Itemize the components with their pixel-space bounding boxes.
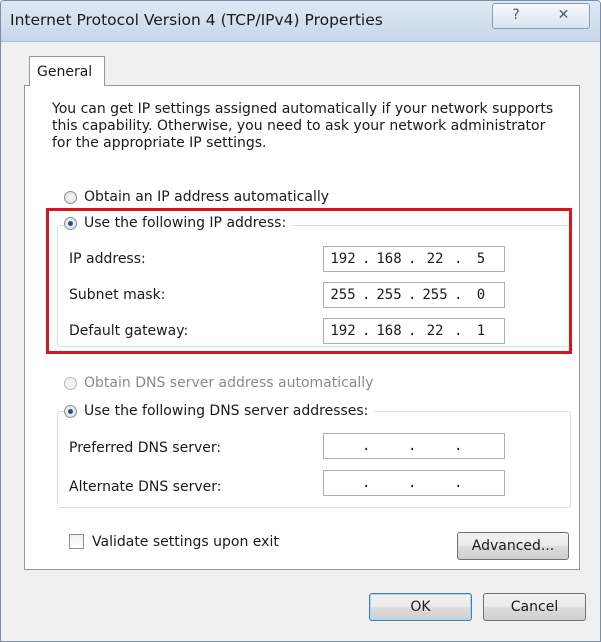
obtain-dns-auto-radio[interactable]: [64, 376, 77, 390]
obtain-dns-auto-label: Obtain DNS server address automatically: [84, 375, 374, 391]
obtain-ip-auto-label: Obtain an IP address automatically: [84, 189, 330, 205]
preferred-dns-input[interactable]: ...: [323, 433, 505, 459]
ip-dot: .: [454, 438, 463, 454]
ip-octet: 255: [330, 287, 356, 303]
ip-dot: .: [362, 475, 371, 491]
cancel-button[interactable]: Cancel: [483, 593, 586, 621]
ip-octet: 192: [330, 323, 356, 339]
ok-button[interactable]: OK: [369, 593, 472, 621]
ip-octet: 5: [476, 251, 486, 267]
default-gateway-label: Default gateway:: [69, 323, 189, 339]
default-gateway-input[interactable]: 192. 168. 22. 1: [323, 318, 505, 344]
alternate-dns-label: Alternate DNS server:: [69, 479, 222, 495]
ip-dot: .: [408, 438, 417, 454]
close-icon: ✕: [557, 7, 570, 23]
subnet-mask-label: Subnet mask:: [69, 287, 166, 303]
validate-checkbox[interactable]: [69, 534, 84, 549]
use-following-ip-radio[interactable]: [64, 216, 77, 230]
ip-dot: .: [408, 287, 417, 303]
validate-label[interactable]: Validate settings upon exit: [92, 534, 279, 550]
ip-dot: .: [454, 475, 463, 491]
ip-dot: .: [454, 251, 463, 267]
ip-octet: 22: [426, 323, 444, 339]
ip-octet: 168: [376, 323, 402, 339]
description-text: You can get IP settings assigned automat…: [52, 101, 554, 151]
title-bar: Internet Protocol Version 4 (TCP/IPv4) P…: [1, 1, 600, 42]
ip-dot: .: [408, 251, 417, 267]
ip-octet: 192: [330, 251, 356, 267]
ip-octet: 1: [476, 323, 486, 339]
subnet-mask-input[interactable]: 255. 255. 255. 0: [323, 282, 505, 308]
use-following-dns-option[interactable]: Use the following DNS server addresses:: [64, 403, 375, 419]
ip-address-input[interactable]: 192. 168. 22. 5: [323, 246, 505, 272]
ip-dot: .: [362, 438, 371, 454]
ip-address-label: IP address:: [69, 251, 146, 267]
ip-dot: .: [362, 287, 371, 303]
alternate-dns-input[interactable]: ...: [323, 470, 505, 496]
use-following-dns-radio[interactable]: [64, 404, 77, 418]
ip-octet: 255: [422, 287, 448, 303]
advanced-button[interactable]: Advanced...: [457, 532, 569, 560]
use-following-dns-label: Use the following DNS server addresses:: [84, 403, 369, 419]
ip-octet: 255: [376, 287, 402, 303]
ip-dot: .: [408, 475, 417, 491]
ip-dot: .: [362, 251, 371, 267]
help-button[interactable]: ?: [492, 3, 540, 29]
tab-general[interactable]: General: [29, 56, 105, 86]
window-title: Internet Protocol Version 4 (TCP/IPv4) P…: [10, 11, 383, 29]
obtain-dns-auto-option[interactable]: Obtain DNS server address automatically: [64, 375, 373, 391]
use-following-ip-label: Use the following IP address:: [84, 215, 287, 231]
ip-octet: 168: [376, 251, 402, 267]
ip-dot: .: [408, 323, 417, 339]
ip-octet: 0: [476, 287, 486, 303]
preferred-dns-label: Preferred DNS server:: [69, 440, 222, 456]
obtain-ip-auto-radio[interactable]: [64, 190, 77, 204]
help-icon: ?: [512, 7, 520, 23]
ip-dot: .: [362, 323, 371, 339]
use-following-ip-option[interactable]: Use the following IP address:: [64, 215, 293, 231]
ip-octet: 22: [426, 251, 444, 267]
close-button[interactable]: ✕: [538, 3, 590, 29]
obtain-ip-auto-option[interactable]: Obtain an IP address automatically: [64, 189, 329, 205]
ip-dot: .: [454, 323, 463, 339]
ip-dot: .: [454, 287, 463, 303]
